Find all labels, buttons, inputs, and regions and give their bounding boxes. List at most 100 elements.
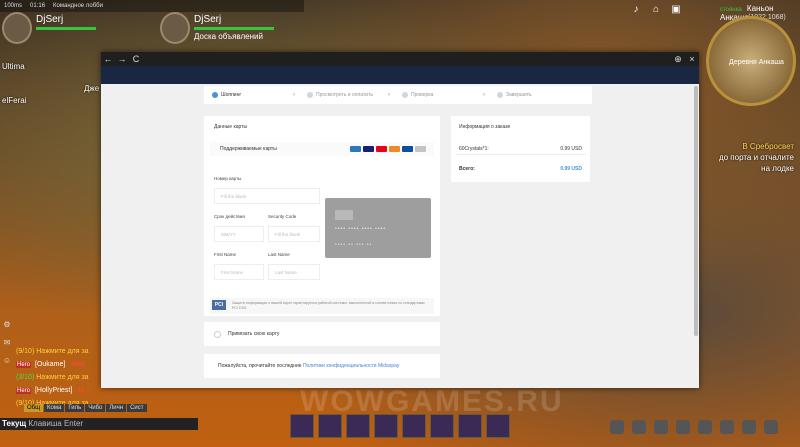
forward-icon[interactable]: →	[115, 54, 129, 64]
action-bar	[290, 414, 510, 438]
card-preview-bottom: •••• •• ••• ••	[335, 242, 373, 248]
discover-icon	[389, 146, 400, 152]
bind-card-radio[interactable]	[214, 331, 221, 338]
player-name: DjSerj	[36, 14, 64, 25]
skill-slot[interactable]	[290, 414, 314, 438]
security-code-field[interactable]: Fill the blank	[268, 226, 320, 242]
settings-icon[interactable]: ⚙	[2, 320, 12, 330]
clock-text: 01:16	[30, 3, 46, 9]
first-name-field[interactable]: First Name	[214, 264, 264, 280]
step-dot	[402, 92, 408, 98]
card-number-field[interactable]: Fill the blank	[214, 188, 320, 204]
chat-tab[interactable]: Гиль	[65, 404, 85, 412]
privacy-policy-link[interactable]: Политики конфиденциальности Midaspay	[303, 363, 399, 369]
chat-tab[interactable]: Кома	[44, 404, 65, 412]
policy-text: Пожалуйста, прочитайте последние Политик…	[218, 363, 400, 369]
player-health-bar	[36, 27, 96, 30]
menu-icon[interactable]	[742, 420, 756, 434]
reload-icon[interactable]: C	[129, 54, 143, 64]
order-item-price: 0.99 USD	[560, 146, 582, 152]
bottom-menu	[610, 420, 778, 434]
step-dot	[307, 92, 313, 98]
chat-tab[interactable]: Общ	[24, 404, 44, 412]
card-logos	[350, 146, 426, 152]
chat-tab[interactable]: Чибо	[85, 404, 106, 412]
skill-slot[interactable]	[486, 414, 510, 438]
order-divider	[455, 154, 586, 155]
pci-badge-icon: PCI	[212, 300, 226, 310]
policy-panel: Пожалуйста, прочитайте последние Политик…	[204, 354, 440, 378]
payment-content: Шоппинг › Просмотреть и оплатить › Прове…	[101, 84, 699, 388]
card-number-label: Номер карты	[214, 176, 242, 181]
lobby-text: Командное лобби	[53, 3, 103, 9]
menu-icon[interactable]	[720, 420, 734, 434]
step-shopping: Шоппинг ›	[204, 92, 299, 98]
globe-icon[interactable]: ⊕	[671, 54, 685, 65]
supported-cards-row: Поддерживаемые карты	[210, 142, 434, 156]
minimap[interactable]: Деревня Анкаша	[706, 16, 796, 106]
amex-icon	[350, 146, 361, 152]
visa-icon	[363, 146, 374, 152]
bind-card-label: Привязать свою карту	[228, 331, 280, 337]
menu-icon[interactable]	[654, 420, 668, 434]
skill-slot[interactable]	[458, 414, 482, 438]
chat-tabs: Общ Кома Гиль Чибо Личн Сист	[24, 404, 147, 412]
payment-header-bar	[101, 66, 699, 84]
skill-slot[interactable]	[402, 414, 426, 438]
menu-icon[interactable]	[610, 420, 624, 434]
order-item-row: 60Crystals*1: 0.99 USD	[459, 146, 582, 152]
order-title: Информация о заказе	[459, 124, 511, 130]
side-name-3: elFerai	[2, 96, 27, 105]
bell-icon[interactable]: ♪	[630, 4, 642, 16]
step-dot	[497, 92, 503, 98]
expiry-label: Срок действия	[214, 214, 245, 219]
last-name-field[interactable]: Last Name	[268, 264, 320, 280]
chat-tab[interactable]: Личн	[106, 404, 127, 412]
step-finish: Завершить	[489, 92, 584, 98]
chat-tab[interactable]: Сист	[127, 404, 147, 412]
home-icon[interactable]: ⌂	[650, 4, 662, 16]
player-portrait[interactable]	[2, 12, 32, 44]
order-total-value: 0.99 USD	[560, 166, 582, 172]
jcb-icon	[402, 146, 413, 152]
browser-toolbar: ← → C ⊕ ×	[101, 52, 699, 66]
gift-icon[interactable]: ▣	[670, 4, 682, 16]
target-portrait[interactable]	[160, 12, 190, 44]
card-chip-icon	[335, 210, 353, 220]
back-icon[interactable]: ←	[101, 54, 115, 64]
last-name-label: Last Name	[268, 252, 290, 257]
step-check: Проверка ›	[394, 92, 489, 98]
close-icon[interactable]: ×	[685, 54, 699, 64]
order-total-row: Всего: 0.99 USD	[459, 166, 582, 172]
target-health-bar	[194, 27, 274, 30]
target-frame[interactable]: DjSerj Доска объявлений	[160, 12, 274, 46]
minimap-label: Деревня Анкаша	[729, 59, 784, 66]
order-total-label: Всего:	[459, 166, 475, 172]
step-review: Просмотреть и оплатить ›	[299, 92, 394, 98]
security-code-label: Security Code	[268, 214, 297, 219]
expiry-field[interactable]: MM/YY	[214, 226, 264, 242]
order-item-name: 60Crystals*1:	[459, 146, 489, 152]
chat-placeholder: Клавиша Enter	[28, 419, 84, 428]
skill-slot[interactable]	[346, 414, 370, 438]
chat-input[interactable]: Текущ Клавиша Enter	[0, 418, 198, 430]
pci-text: Защита информации о вашей карте гарантир…	[232, 301, 425, 310]
skill-slot[interactable]	[430, 414, 454, 438]
chat-channel[interactable]: Текущ	[2, 419, 26, 428]
bind-card-panel[interactable]: Привязать свою карту	[204, 322, 440, 346]
menu-icon[interactable]	[764, 420, 778, 434]
diners-icon	[415, 146, 426, 152]
menu-icon[interactable]	[676, 420, 690, 434]
player-frame[interactable]: DjSerj	[2, 12, 96, 46]
quest-title[interactable]: В Сребросвет	[742, 142, 794, 151]
scrollbar[interactable]	[694, 86, 698, 336]
target-subtitle: Доска объявлений	[194, 32, 263, 41]
step-dot	[212, 92, 218, 98]
menu-icon[interactable]	[698, 420, 712, 434]
skill-slot[interactable]	[374, 414, 398, 438]
pci-notice: PCI Защита информации о вашей карте гара…	[210, 298, 434, 314]
skill-slot[interactable]	[318, 414, 342, 438]
card-panel-title: Данные карты	[214, 124, 248, 130]
menu-icon[interactable]	[632, 420, 646, 434]
first-name-label: First Name	[214, 252, 237, 257]
